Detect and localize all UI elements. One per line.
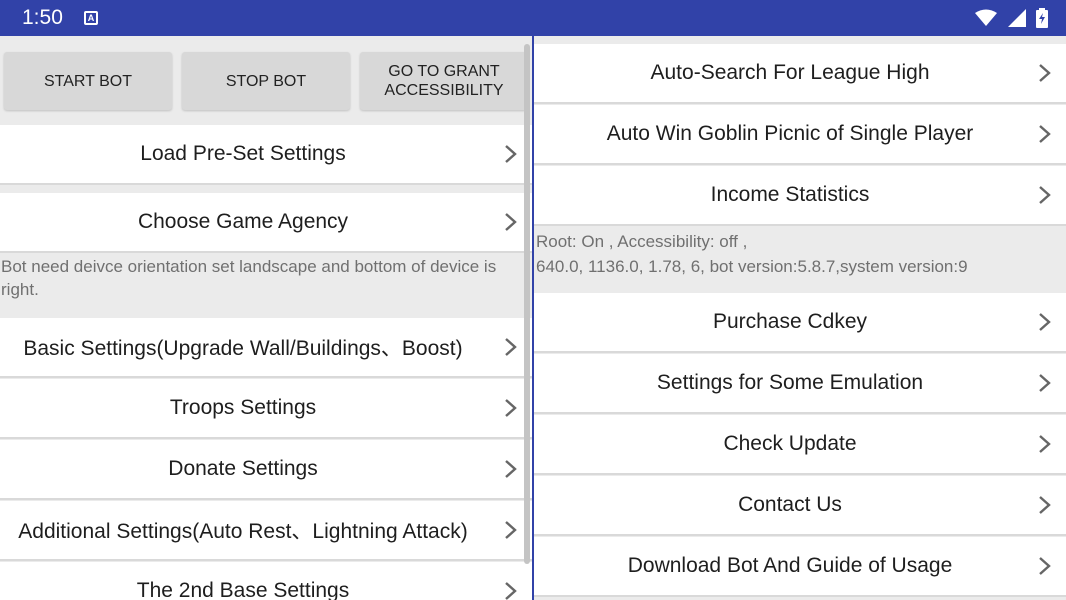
- menu-item-label: Troops Settings: [169, 396, 317, 419]
- menu-item-label: Check Update: [723, 432, 857, 455]
- bot-control-bar: START BOT STOP BOT GO TO GRANT ACCESSIBI…: [0, 52, 532, 110]
- chevron-right-icon: [1039, 64, 1051, 82]
- menu-item-check-update[interactable]: Check Update: [534, 415, 1066, 475]
- start-bot-button[interactable]: START BOT: [4, 52, 172, 110]
- menu-item-download-guide[interactable]: Download Bot And Guide of Usage: [534, 537, 1066, 597]
- system-icons: [969, 8, 1048, 28]
- chevron-right-icon: [505, 460, 517, 478]
- chevron-right-icon: [505, 582, 517, 600]
- menu-item-label: Basic Settings(Upgrade Wall/Buildings、Bo…: [23, 337, 463, 360]
- battery-icon: [1036, 8, 1048, 28]
- menu-item-troops-settings[interactable]: Troops Settings: [0, 379, 532, 439]
- menu-item-label: Donate Settings: [168, 457, 318, 480]
- chevron-right-icon: [1039, 557, 1051, 575]
- wifi-icon: [975, 9, 998, 26]
- chevron-right-icon: [505, 521, 517, 539]
- chevron-right-icon: [1039, 125, 1051, 143]
- menu-item-label: Income Statistics: [710, 183, 870, 206]
- scrollbar[interactable]: [524, 44, 530, 564]
- signal-icon: [1007, 9, 1026, 27]
- chevron-right-icon: [505, 399, 517, 417]
- chevron-right-icon: [1039, 435, 1051, 453]
- stop-bot-button[interactable]: STOP BOT: [182, 52, 350, 110]
- chevron-right-icon: [505, 145, 517, 163]
- menu-item-label: Contact Us: [738, 493, 842, 516]
- right-panel: Auto-Search For League High Auto Win Gob…: [534, 36, 1066, 600]
- menu-item-donate-settings[interactable]: Donate Settings: [0, 440, 532, 500]
- chevron-right-icon: [1039, 374, 1051, 392]
- menu-item-purchase-cdkey[interactable]: Purchase Cdkey: [534, 293, 1066, 353]
- status-bar: 1:50 A: [0, 0, 1066, 36]
- notification-icon: A: [84, 11, 98, 25]
- chevron-right-icon: [505, 338, 517, 356]
- status-time: 1:50: [22, 6, 63, 29]
- menu-item-label: Load Pre-Set Settings: [140, 142, 346, 165]
- menu-item-label: Choose Game Agency: [137, 210, 349, 233]
- menu-item-income-statistics[interactable]: Income Statistics: [534, 166, 1066, 226]
- menu-item-auto-search-league[interactable]: Auto-Search For League High: [534, 44, 1066, 104]
- chevron-right-icon: [1039, 186, 1051, 204]
- menu-item-emulation-settings[interactable]: Settings for Some Emulation: [534, 354, 1066, 414]
- menu-item-auto-win-goblin[interactable]: Auto Win Goblin Picnic of Single Player: [534, 105, 1066, 165]
- menu-item-label: Additional Settings(Auto Rest、Lightning …: [18, 520, 468, 543]
- menu-item-load-preset[interactable]: Load Pre-Set Settings: [0, 125, 532, 185]
- orientation-note: Bot need deivce orientation set landscap…: [1, 257, 497, 299]
- menu-item-label: Purchase Cdkey: [712, 310, 868, 333]
- chevron-right-icon: [1039, 313, 1051, 331]
- menu-item-contact-us[interactable]: Contact Us: [534, 476, 1066, 536]
- device-info-line: 640.0, 1136.0, 1.78, 6, bot version:5.8.…: [536, 257, 968, 276]
- left-panel: START BOT STOP BOT GO TO GRANT ACCESSIBI…: [0, 36, 532, 600]
- grant-accessibility-button[interactable]: GO TO GRANT ACCESSIBILITY: [360, 52, 528, 110]
- menu-item-label: Settings for Some Emulation: [656, 371, 924, 394]
- menu-item-additional-settings[interactable]: Additional Settings(Auto Rest、Lightning …: [0, 501, 532, 561]
- menu-item-label: The 2nd Base Settings: [136, 579, 350, 600]
- menu-item-label: Auto-Search For League High: [650, 61, 930, 84]
- device-info-line: Root: On , Accessibility: off ,: [536, 232, 748, 251]
- chevron-right-icon: [1039, 496, 1051, 514]
- menu-item-label: Download Bot And Guide of Usage: [627, 554, 953, 577]
- menu-item-label: Auto Win Goblin Picnic of Single Player: [606, 122, 974, 145]
- menu-item-basic-settings[interactable]: Basic Settings(Upgrade Wall/Buildings、Bo…: [0, 318, 532, 378]
- menu-item-choose-agency[interactable]: Choose Game Agency: [0, 193, 532, 253]
- device-info: Root: On , Accessibility: off , 640.0, 1…: [534, 229, 1066, 279]
- chevron-right-icon: [505, 213, 517, 231]
- menu-item-second-base-settings[interactable]: The 2nd Base Settings: [0, 562, 532, 600]
